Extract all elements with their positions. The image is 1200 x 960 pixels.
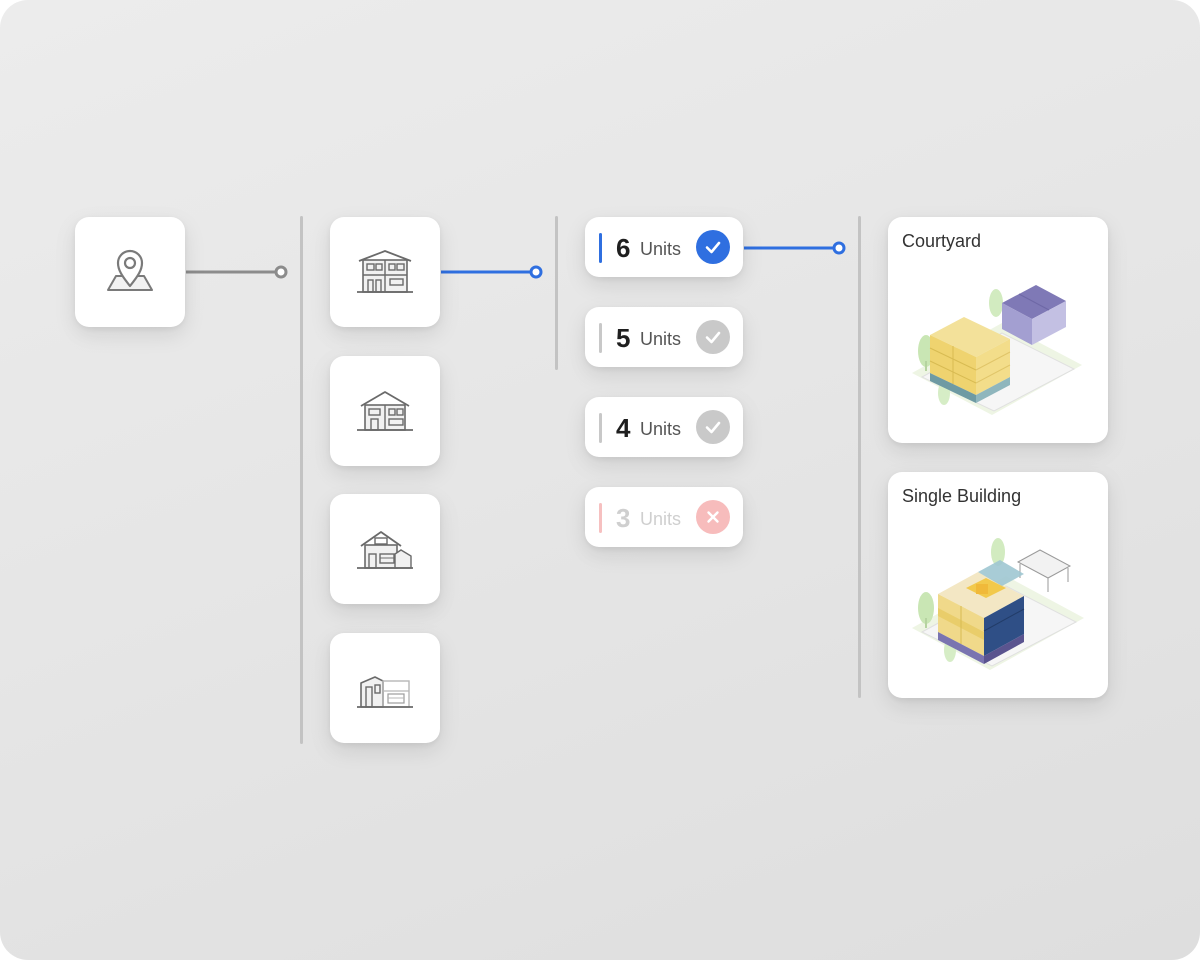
- multi-storey-house-icon: [357, 250, 413, 293]
- unit-indicator-bar: [599, 233, 602, 263]
- unit-label: Units: [640, 509, 682, 529]
- layout-single-building[interactable]: Single Building: [888, 472, 1108, 698]
- layout-title: Courtyard: [902, 231, 982, 251]
- unit-option-3[interactable]: 3 Units: [585, 487, 743, 547]
- unit-label: Units: [640, 239, 682, 259]
- unit-indicator-bar: [599, 503, 602, 533]
- connector-building-node: [529, 265, 543, 279]
- unit-count: 3: [616, 503, 631, 533]
- close-icon: [696, 500, 730, 534]
- layout-title: Single Building: [902, 486, 1022, 506]
- canvas: 6 Units 5 Units 4 Units 3 Units Courtyar…: [0, 0, 1200, 960]
- unit-count: 5: [616, 323, 631, 353]
- modern-house-icon: [357, 676, 413, 708]
- unit-option-5[interactable]: 5 Units: [585, 307, 743, 367]
- building-type-two-storey[interactable]: [330, 356, 440, 466]
- building-type-modern[interactable]: [330, 633, 440, 743]
- unit-label: Units: [640, 419, 682, 439]
- two-storey-house-icon: [357, 391, 413, 431]
- connector-location-node: [274, 265, 288, 279]
- layout-courtyard[interactable]: Courtyard: [888, 217, 1108, 443]
- unit-count: 4: [616, 413, 631, 443]
- check-icon: [696, 320, 730, 354]
- location-tile[interactable]: [75, 217, 185, 327]
- unit-label: Units: [640, 329, 682, 349]
- unit-indicator-bar: [599, 413, 602, 443]
- building-type-garage-house[interactable]: [330, 494, 440, 604]
- unit-indicator-bar: [599, 323, 602, 353]
- check-icon: [696, 410, 730, 444]
- unit-count: 6: [616, 233, 631, 263]
- unit-option-4[interactable]: 4 Units: [585, 397, 743, 457]
- courtyard-massing-illustration: [912, 285, 1082, 415]
- check-icon: [696, 230, 730, 264]
- garage-house-icon: [357, 531, 413, 569]
- building-type-multi-storey[interactable]: [330, 217, 440, 327]
- connector-units-node: [832, 241, 846, 255]
- single-building-massing-illustration: [912, 538, 1084, 670]
- map-pin-icon: [107, 249, 153, 291]
- unit-option-6[interactable]: 6 Units: [585, 217, 743, 277]
